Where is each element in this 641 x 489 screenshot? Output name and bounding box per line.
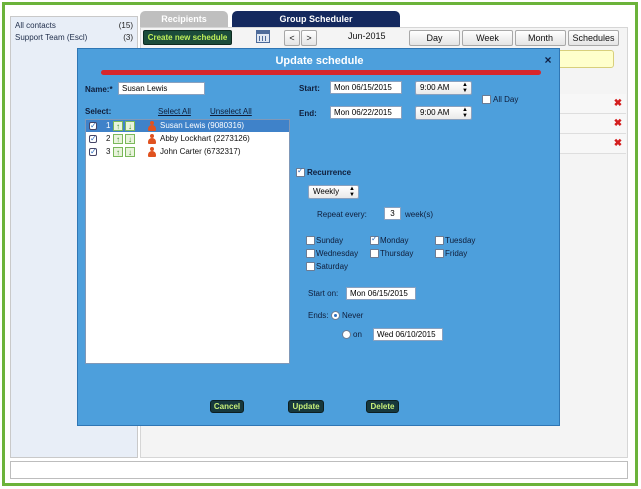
update-schedule-dialog: Update schedule × Name:* Susan Lewis Sel…: [77, 48, 560, 426]
arrow-down-icon[interactable]: ↓: [125, 134, 135, 144]
monday-checkbox[interactable]: [370, 234, 379, 245]
end-date-field[interactable]: Mon 06/22/2015: [330, 106, 402, 119]
contact-group-all[interactable]: All contacts (15): [11, 20, 137, 31]
recurrence-label: Recurrence: [307, 168, 352, 177]
recipient-row[interactable]: 3 ↑ ↓ John Carter (6732317): [86, 146, 289, 158]
thursday-checkbox[interactable]: [370, 249, 379, 258]
close-icon[interactable]: ×: [542, 54, 554, 66]
unselect-all-link[interactable]: Unselect All: [210, 107, 252, 116]
contact-group-count: (15): [118, 21, 133, 30]
start-on-field[interactable]: Mon 06/15/2015: [346, 287, 416, 300]
frequency-value: Weekly: [313, 187, 340, 196]
recipient-order: 1: [106, 121, 111, 130]
delete-icon[interactable]: ✖: [613, 119, 623, 129]
end-label: End:: [299, 109, 317, 118]
arrow-down-icon[interactable]: ↓: [125, 121, 135, 131]
friday-label: Friday: [445, 249, 468, 258]
name-label: Name:*: [85, 85, 113, 94]
recipient-row[interactable]: 2 ↑ ↓ Abby Lockhart (2273126): [86, 133, 289, 145]
view-schedules-button[interactable]: Schedules: [568, 30, 619, 46]
delete-icon[interactable]: ✖: [613, 99, 623, 109]
contact-group-name: All contacts: [15, 21, 56, 30]
delete-button[interactable]: Delete: [366, 400, 399, 413]
recipient-order: 3: [106, 147, 111, 156]
ends-on-field[interactable]: Wed 06/10/2015: [373, 328, 443, 341]
all-day-checkbox[interactable]: [482, 95, 491, 104]
tab-group-scheduler[interactable]: Group Scheduler: [232, 11, 400, 27]
arrow-down-icon[interactable]: ↓: [125, 147, 135, 157]
person-icon: [148, 121, 156, 131]
contact-group-support-team[interactable]: Support Team (Escl) (3): [11, 32, 137, 43]
select-all-link[interactable]: Select All: [158, 107, 191, 116]
ends-never-radio[interactable]: [331, 311, 340, 320]
previous-month-button[interactable]: <: [284, 30, 300, 46]
start-on-label: Start on:: [308, 289, 339, 298]
recipient-order: 2: [106, 134, 111, 143]
recipient-list: 1 ↑ ↓ Susan Lewis (9080316) 2 ↑ ↓ Abby L…: [85, 119, 290, 364]
recipient-name: John Carter (6732317): [160, 147, 241, 156]
repeat-every-label: Repeat every:: [317, 210, 367, 219]
cancel-button[interactable]: Cancel: [210, 400, 244, 413]
all-day-label: All Day: [493, 95, 519, 104]
person-icon: [148, 134, 156, 144]
contact-group-count: (3): [123, 33, 133, 42]
person-icon: [148, 147, 156, 157]
chevron-updown-icon: ▲ ▼: [462, 107, 468, 119]
wednesday-label: Wednesday: [316, 249, 359, 258]
recipient-checkbox[interactable]: [89, 146, 97, 158]
chevron-updown-icon: ▲ ▼: [349, 186, 355, 198]
recipient-checkbox[interactable]: [89, 120, 97, 132]
delete-icon[interactable]: ✖: [613, 139, 623, 149]
update-button[interactable]: Update: [288, 400, 324, 413]
ends-on-label: on: [353, 330, 362, 339]
view-month-button[interactable]: Month: [515, 30, 566, 46]
arrow-up-icon[interactable]: ↑: [113, 121, 123, 131]
recurrence-checkbox[interactable]: [296, 166, 305, 177]
ends-on-radio[interactable]: [342, 330, 351, 339]
calendar-icon[interactable]: [256, 30, 270, 43]
contact-group-name: Support Team (Escl): [15, 33, 88, 42]
recipient-name: Susan Lewis (9080316): [160, 121, 245, 130]
frequency-select[interactable]: Weekly ▲ ▼: [308, 185, 359, 199]
end-time-value: 9:00 AM: [420, 108, 450, 117]
dialog-title: Update schedule: [275, 55, 364, 67]
tuesday-label: Tuesday: [445, 236, 476, 245]
thursday-label: Thursday: [380, 249, 414, 258]
chevron-updown-icon: ▲ ▼: [462, 82, 468, 94]
saturday-label: Saturday: [316, 262, 349, 271]
next-month-button[interactable]: >: [301, 30, 317, 46]
view-week-button[interactable]: Week: [462, 30, 513, 46]
end-time-select[interactable]: 9:00 AM ▲ ▼: [415, 106, 472, 120]
name-field[interactable]: Susan Lewis: [118, 82, 205, 95]
current-month: Jun-2015: [348, 31, 386, 41]
tab-recipients[interactable]: Recipients: [140, 11, 228, 27]
arrow-up-icon[interactable]: ↑: [113, 147, 123, 157]
ends-never-label: Never: [342, 311, 364, 320]
start-time-value: 9:00 AM: [420, 83, 450, 92]
recipient-row[interactable]: 1 ↑ ↓ Susan Lewis (9080316): [86, 120, 289, 132]
repeat-unit-label: week(s): [405, 210, 434, 219]
arrow-up-icon[interactable]: ↑: [113, 134, 123, 144]
recipient-checkbox[interactable]: [89, 133, 97, 145]
ends-label: Ends:: [308, 311, 329, 320]
friday-checkbox[interactable]: [435, 249, 444, 258]
notice-box: [556, 50, 614, 68]
start-date-field[interactable]: Mon 06/15/2015: [330, 81, 402, 94]
view-day-button[interactable]: Day: [409, 30, 460, 46]
status-bar: [10, 461, 628, 479]
sunday-checkbox[interactable]: [306, 236, 315, 245]
start-time-select[interactable]: 9:00 AM ▲ ▼: [415, 81, 472, 95]
wednesday-checkbox[interactable]: [306, 249, 315, 258]
error-bar: [101, 70, 541, 75]
create-schedule-button[interactable]: Create new schedule: [143, 30, 232, 45]
tuesday-checkbox[interactable]: [435, 236, 444, 245]
saturday-checkbox[interactable]: [306, 262, 315, 271]
monday-label: Monday: [380, 236, 409, 245]
sunday-label: Sunday: [316, 236, 344, 245]
select-label: Select:: [85, 107, 112, 116]
start-label: Start:: [299, 84, 320, 93]
repeat-interval-field[interactable]: 3: [384, 207, 401, 220]
recipient-name: Abby Lockhart (2273126): [160, 134, 250, 143]
